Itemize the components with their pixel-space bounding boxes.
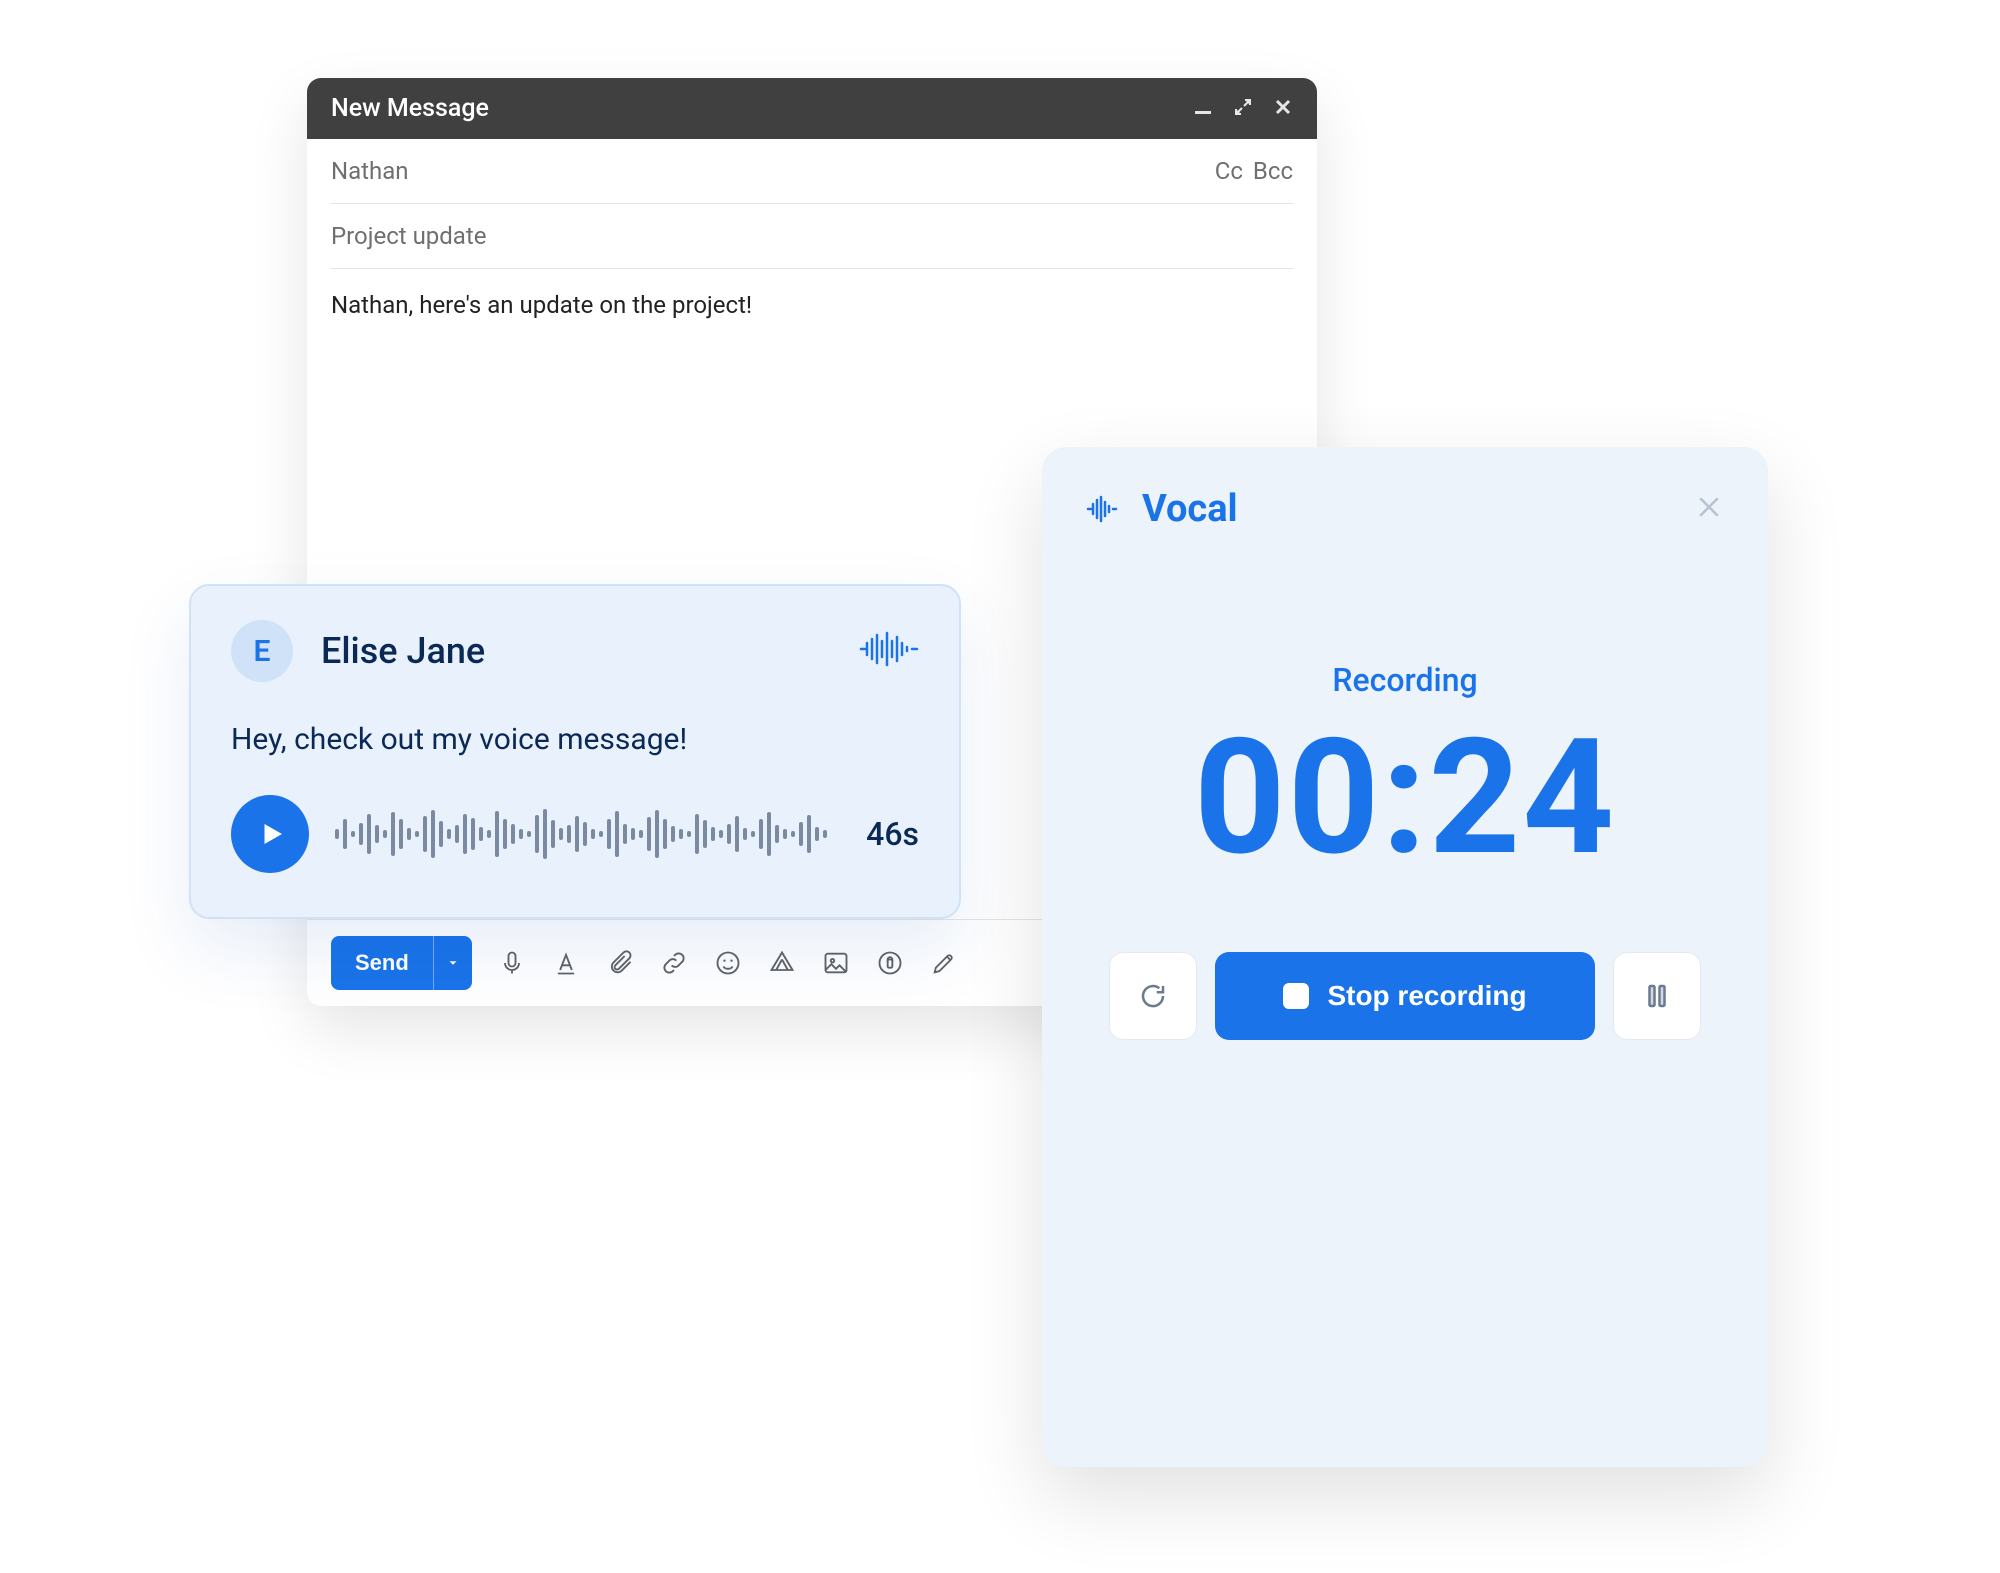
compose-title: New Message xyxy=(331,94,489,123)
text-format-icon[interactable] xyxy=(552,949,580,977)
recording-status: Recording xyxy=(1086,661,1724,699)
close-icon[interactable] xyxy=(1694,492,1724,526)
stop-icon xyxy=(1283,983,1309,1009)
stop-recording-button[interactable]: Stop recording xyxy=(1215,952,1595,1040)
to-field[interactable]: Nathan Cc Bcc xyxy=(331,139,1293,204)
image-icon[interactable] xyxy=(822,949,850,977)
confidential-icon[interactable] xyxy=(876,949,904,977)
send-options-button[interactable] xyxy=(433,936,472,990)
recorder-panel: Vocal Recording 00:24 Stop recording xyxy=(1042,447,1768,1467)
avatar-initial: E xyxy=(254,634,271,669)
link-icon[interactable] xyxy=(660,949,688,977)
close-icon[interactable] xyxy=(1273,97,1293,121)
message-body-text: Nathan, here's an update on the project! xyxy=(331,291,752,319)
minimize-icon[interactable] xyxy=(1193,97,1213,121)
pause-button[interactable] xyxy=(1613,952,1701,1040)
microphone-icon[interactable] xyxy=(498,949,526,977)
subject-field[interactable]: Project update xyxy=(331,204,1293,269)
drive-icon[interactable] xyxy=(768,949,796,977)
restart-button[interactable] xyxy=(1109,952,1197,1040)
brand-name: Vocal xyxy=(1142,487,1238,531)
subject-value: Project update xyxy=(331,222,486,250)
compose-header: New Message xyxy=(307,78,1317,139)
voice-card-text: Hey, check out my voice message! xyxy=(231,722,919,757)
avatar: E xyxy=(231,620,293,682)
play-button[interactable] xyxy=(231,795,309,873)
emoji-icon[interactable] xyxy=(714,949,742,977)
to-value: Nathan xyxy=(331,157,409,185)
voice-message-card: E Elise Jane Hey, check out my voice mes… xyxy=(189,584,961,919)
brand: Vocal xyxy=(1086,487,1238,531)
recording-timer: 00:24 xyxy=(1086,705,1724,892)
bcc-link[interactable]: Bcc xyxy=(1253,157,1293,185)
sender-name: Elise Jane xyxy=(321,630,485,672)
stop-recording-label: Stop recording xyxy=(1327,980,1526,1012)
send-button[interactable]: Send xyxy=(331,936,433,990)
duration-label: 46s xyxy=(866,815,919,853)
soundwave-icon xyxy=(859,629,919,673)
expand-icon[interactable] xyxy=(1233,97,1253,121)
waveform[interactable] xyxy=(335,806,840,862)
attachment-icon[interactable] xyxy=(606,949,634,977)
signature-icon[interactable] xyxy=(930,949,958,977)
cc-link[interactable]: Cc xyxy=(1215,157,1243,185)
